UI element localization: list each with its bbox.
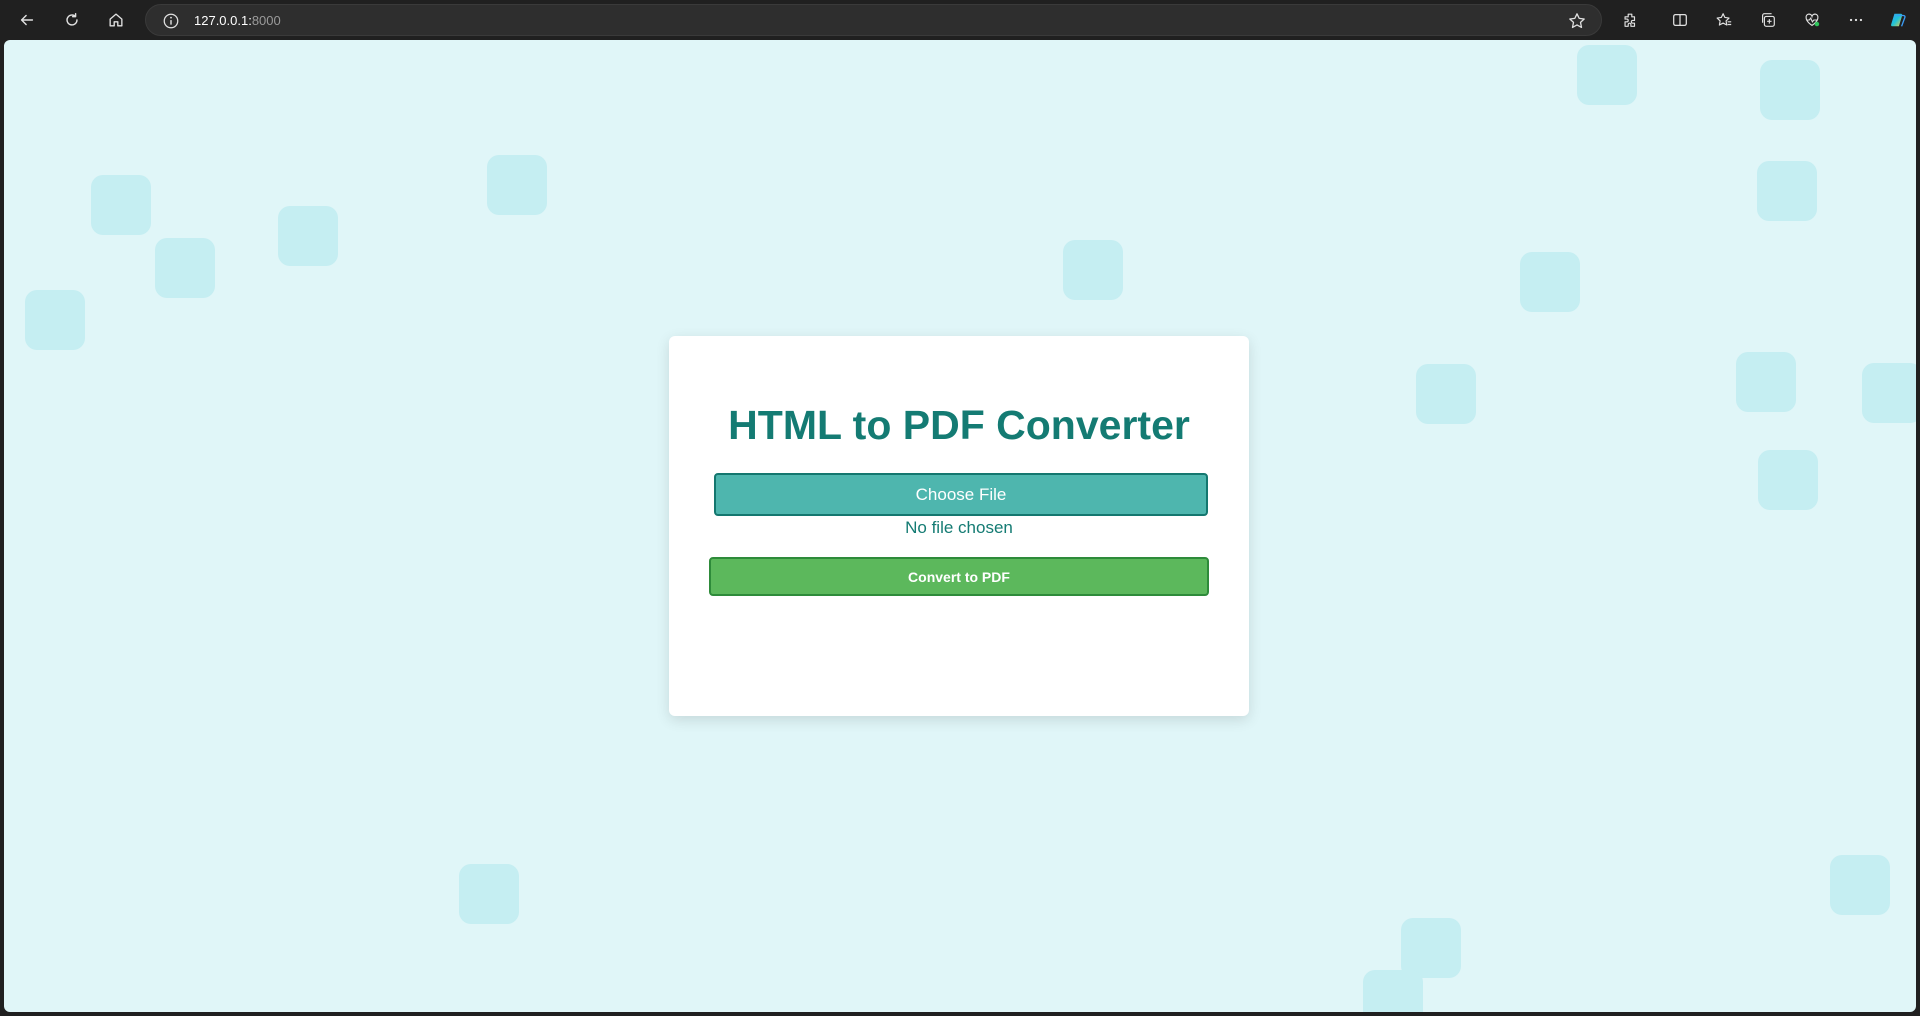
background-square (1760, 60, 1820, 120)
copilot-icon[interactable] (1882, 4, 1914, 36)
file-status-text: No file chosen (905, 518, 1013, 537)
split-screen-icon[interactable] (1664, 4, 1696, 36)
page-title: HTML to PDF Converter (728, 402, 1190, 448)
background-square (1416, 364, 1476, 424)
background-square (155, 238, 215, 298)
extensions-icon[interactable] (1614, 4, 1646, 36)
back-icon[interactable] (11, 4, 43, 36)
browser-toolbar: 127.0.0.1:8000 (0, 0, 1920, 40)
background-square (1363, 970, 1423, 1012)
health-icon[interactable] (1796, 4, 1828, 36)
page-viewport: HTML to PDF Converter Choose File No fil… (4, 40, 1916, 1012)
background-square (278, 206, 338, 266)
favorites-icon[interactable] (1708, 4, 1740, 36)
background-square (1401, 918, 1461, 978)
more-icon[interactable] (1840, 4, 1872, 36)
background-square (91, 175, 151, 235)
background-square (25, 290, 85, 350)
background-square (1520, 252, 1580, 312)
background-square (1830, 855, 1890, 915)
home-icon[interactable] (100, 4, 132, 36)
background-square (1757, 161, 1817, 221)
refresh-icon[interactable] (56, 4, 88, 36)
info-icon[interactable] (162, 12, 180, 30)
url-text[interactable]: 127.0.0.1:8000 (194, 13, 281, 28)
background-square (1862, 363, 1916, 423)
star-icon[interactable] (1567, 11, 1587, 31)
convert-to-pdf-button[interactable]: Convert to PDF (709, 557, 1209, 596)
background-square (487, 155, 547, 215)
background-square (1577, 45, 1637, 105)
background-square (1736, 352, 1796, 412)
background-square (1063, 240, 1123, 300)
address-bar[interactable]: 127.0.0.1:8000 (145, 4, 1602, 36)
background-square (1758, 450, 1818, 510)
choose-file-button[interactable]: Choose File (714, 473, 1208, 516)
collections-icon[interactable] (1752, 4, 1784, 36)
background-square (459, 864, 519, 924)
converter-card: HTML to PDF Converter Choose File No fil… (669, 336, 1249, 716)
